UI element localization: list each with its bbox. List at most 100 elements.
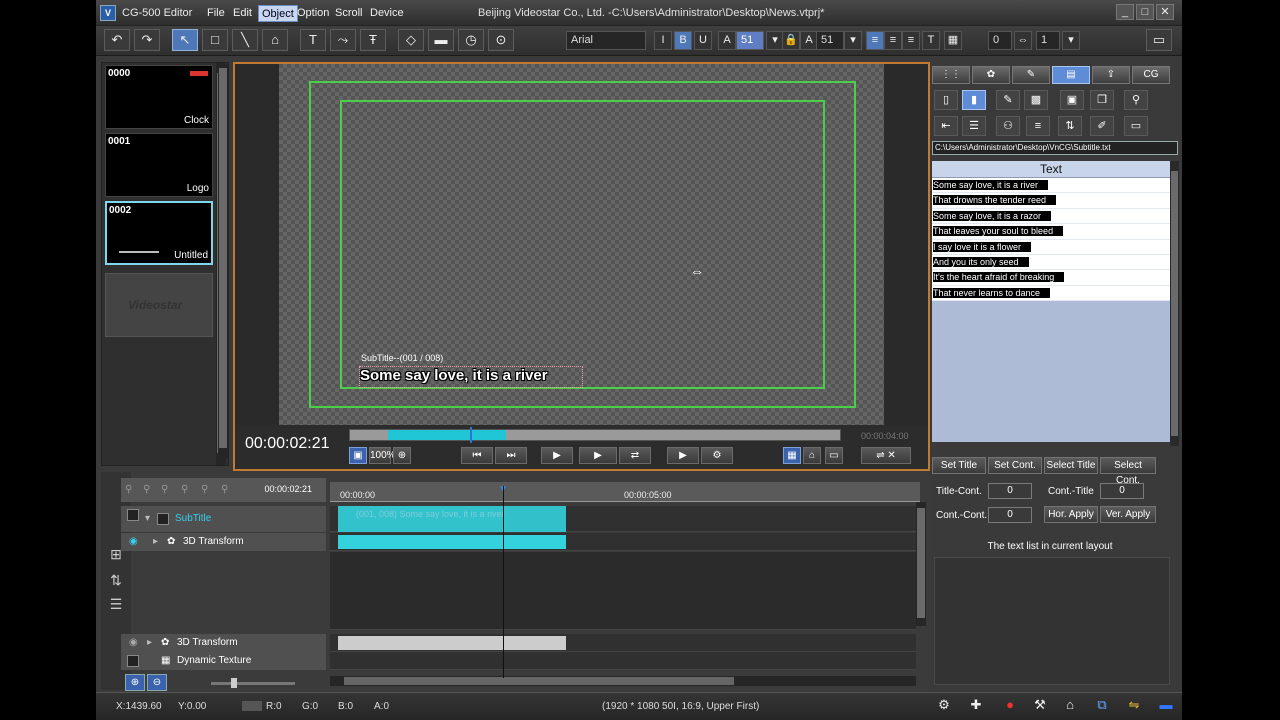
settings-icon[interactable]: ⚙ — [701, 447, 733, 464]
menu-scroll[interactable]: Scroll — [332, 5, 366, 22]
minimize-button[interactable]: _ — [1116, 4, 1134, 20]
line-icon[interactable]: ╲ — [232, 29, 258, 51]
empty-track-area[interactable] — [330, 552, 916, 630]
transform-b-clip[interactable] — [338, 636, 566, 650]
timeline-zoom-handle[interactable] — [231, 678, 237, 688]
timeline-zoom-slider[interactable] — [211, 682, 295, 685]
maximize-button[interactable]: □ — [1136, 4, 1154, 20]
play-icon[interactable]: ▶ — [541, 447, 573, 464]
clock-icon[interactable]: ◷ — [458, 29, 484, 51]
tools-icon[interactable]: ✚ — [966, 697, 986, 715]
text-list-row[interactable]: That drowns the tender reed — [932, 193, 1170, 209]
play-forward-icon[interactable]: ▶ — [579, 447, 617, 464]
tab-subtitle[interactable]: ▤ — [1052, 66, 1090, 84]
thumbnail-clock[interactable]: 0000 Clock — [105, 65, 213, 129]
menu-option[interactable]: Option — [294, 5, 332, 22]
timeline-zoom-out-icon[interactable]: ⊖ — [147, 674, 167, 691]
hor-apply-button[interactable]: Hor. Apply — [1044, 506, 1098, 523]
text-icon[interactable]: T — [300, 29, 326, 51]
zoom-label[interactable]: 100% — [369, 447, 396, 464]
align-right-icon[interactable]: ≡ — [902, 31, 920, 50]
select-cont-button[interactable]: Select Cont. — [1100, 457, 1156, 486]
image-icon[interactable]: ▬ — [428, 29, 454, 51]
track-tool-icon[interactable]: ⚲ — [125, 484, 132, 495]
italic-button[interactable]: I — [654, 31, 672, 50]
import-icon[interactable]: ⇤ — [934, 116, 958, 136]
thumbnail-logo[interactable]: 0001 Logo — [105, 133, 213, 197]
cont-cont-field[interactable]: 0 — [988, 507, 1032, 523]
media-icon[interactable]: ⊙ — [488, 29, 514, 51]
cont-title-field[interactable]: 0 — [1100, 483, 1144, 499]
edit-text-icon[interactable]: ✐ — [1090, 116, 1114, 136]
copy-icon[interactable]: ❐ — [1090, 90, 1114, 110]
thumbnail-untitled[interactable]: 0002 Untitled — [105, 201, 213, 265]
track-visibility-icon[interactable] — [127, 509, 139, 521]
fit-icon[interactable]: ▣ — [349, 447, 367, 464]
lock-icon[interactable]: 🔒 — [782, 31, 800, 50]
track-subtitle[interactable]: ▾ SubTitle — [121, 506, 326, 532]
timeline-zoom-in-icon[interactable]: ⊕ — [125, 674, 145, 691]
font-size-field-2[interactable]: 51 — [816, 31, 844, 50]
lines-dropdown-icon[interactable]: ▾ — [1062, 31, 1080, 50]
move-track-icon[interactable]: ⇅ — [107, 572, 125, 590]
scrollbar-thumb[interactable] — [344, 677, 734, 685]
set-title-button[interactable]: Set Title — [932, 457, 986, 474]
set-cont-button[interactable]: Set Cont. — [988, 457, 1042, 474]
tab-effects[interactable]: ✿ — [972, 66, 1010, 84]
play-out-icon[interactable]: ▶ — [667, 447, 699, 464]
title-cont-field[interactable]: 0 — [988, 483, 1032, 499]
track-checkbox-icon[interactable] — [157, 513, 169, 525]
home-icon[interactable]: ⌂ — [803, 447, 821, 464]
spacing-field[interactable]: 0 — [988, 31, 1012, 50]
track-tool-icon[interactable]: ⚲ — [143, 484, 150, 495]
font-select[interactable]: Arial — [566, 31, 646, 50]
text-format-icon[interactable]: T — [922, 31, 940, 50]
layout-icon[interactable]: ▦ — [783, 447, 801, 464]
undo-icon[interactable]: ↶ — [104, 29, 130, 51]
text-list-row[interactable]: Some say love, it is a razor — [932, 209, 1170, 225]
texture-track-lane[interactable] — [330, 652, 916, 670]
subtitle-mode-icon[interactable]: ▮ — [962, 90, 986, 110]
text-list-header[interactable]: Text — [932, 161, 1170, 178]
text-list-row[interactable]: That leaves your soul to bleed — [932, 224, 1170, 240]
list-icon[interactable]: ≡ — [1026, 116, 1050, 136]
find-icon[interactable]: ⚲ — [1124, 90, 1148, 110]
select-title-button[interactable]: Select Title — [1044, 457, 1098, 474]
expand-icon[interactable]: ▸ — [147, 637, 152, 648]
track-visibility-icon[interactable] — [127, 655, 139, 667]
sort-icon[interactable]: ⇅ — [1058, 116, 1082, 136]
track-tool-icon[interactable]: ⚲ — [201, 484, 208, 495]
timeline-hscroll[interactable] — [330, 676, 916, 686]
monitor-icon[interactable]: ▭ — [1124, 116, 1148, 136]
spacing-icon[interactable]: ⇔ — [1014, 31, 1032, 50]
loop-icon[interactable]: ⇄ — [619, 447, 651, 464]
bold-button[interactable]: B — [674, 31, 692, 50]
table-icon[interactable]: ▦ — [944, 31, 962, 50]
tab-upload[interactable]: ⇪ — [1092, 66, 1130, 84]
lines-field[interactable]: 1 — [1036, 31, 1060, 50]
stop-icon[interactable]: ● — [1000, 697, 1020, 715]
prev-icon[interactable]: ⏮ — [461, 447, 493, 464]
next-frame-icon[interactable]: ⏭ — [495, 447, 527, 464]
wrench-icon[interactable]: ⚒ — [1030, 697, 1050, 715]
arc-text-icon[interactable]: Ŧ — [360, 29, 386, 51]
expand-icon[interactable]: ▾ — [145, 513, 150, 524]
text-list-row[interactable]: It's the heart afraid of breaking — [932, 270, 1170, 286]
progress-head[interactable] — [470, 427, 472, 443]
subtitle-file-path[interactable]: C:\Users\Administrator\Desktop\VnCG\Subt… — [932, 141, 1178, 155]
ver-apply-button[interactable]: Ver. Apply — [1100, 506, 1156, 523]
timeline-vscroll[interactable] — [916, 502, 926, 626]
track-eye-icon[interactable]: ◉ — [129, 637, 138, 648]
menu-edit[interactable]: Edit — [230, 5, 255, 22]
thumbnail-empty[interactable]: Videostar — [105, 273, 213, 337]
tab-cg[interactable]: CG — [1132, 66, 1170, 84]
font-size-field-1[interactable]: 51 — [736, 31, 764, 50]
text-list-row[interactable]: I say love it is a flower — [932, 240, 1170, 255]
preview-scrollbar[interactable] — [218, 64, 228, 458]
font-size-2-dropdown-icon[interactable]: ▾ — [844, 31, 862, 50]
close-button[interactable]: ✕ — [1156, 4, 1174, 20]
expand-icon[interactable]: ▸ — [153, 536, 158, 547]
settings-tool-icon[interactable]: ⚙ — [934, 697, 954, 715]
adjust-icon[interactable]: ⇋ — [1124, 697, 1144, 715]
track-tool-icon[interactable]: ⚲ — [161, 484, 168, 495]
